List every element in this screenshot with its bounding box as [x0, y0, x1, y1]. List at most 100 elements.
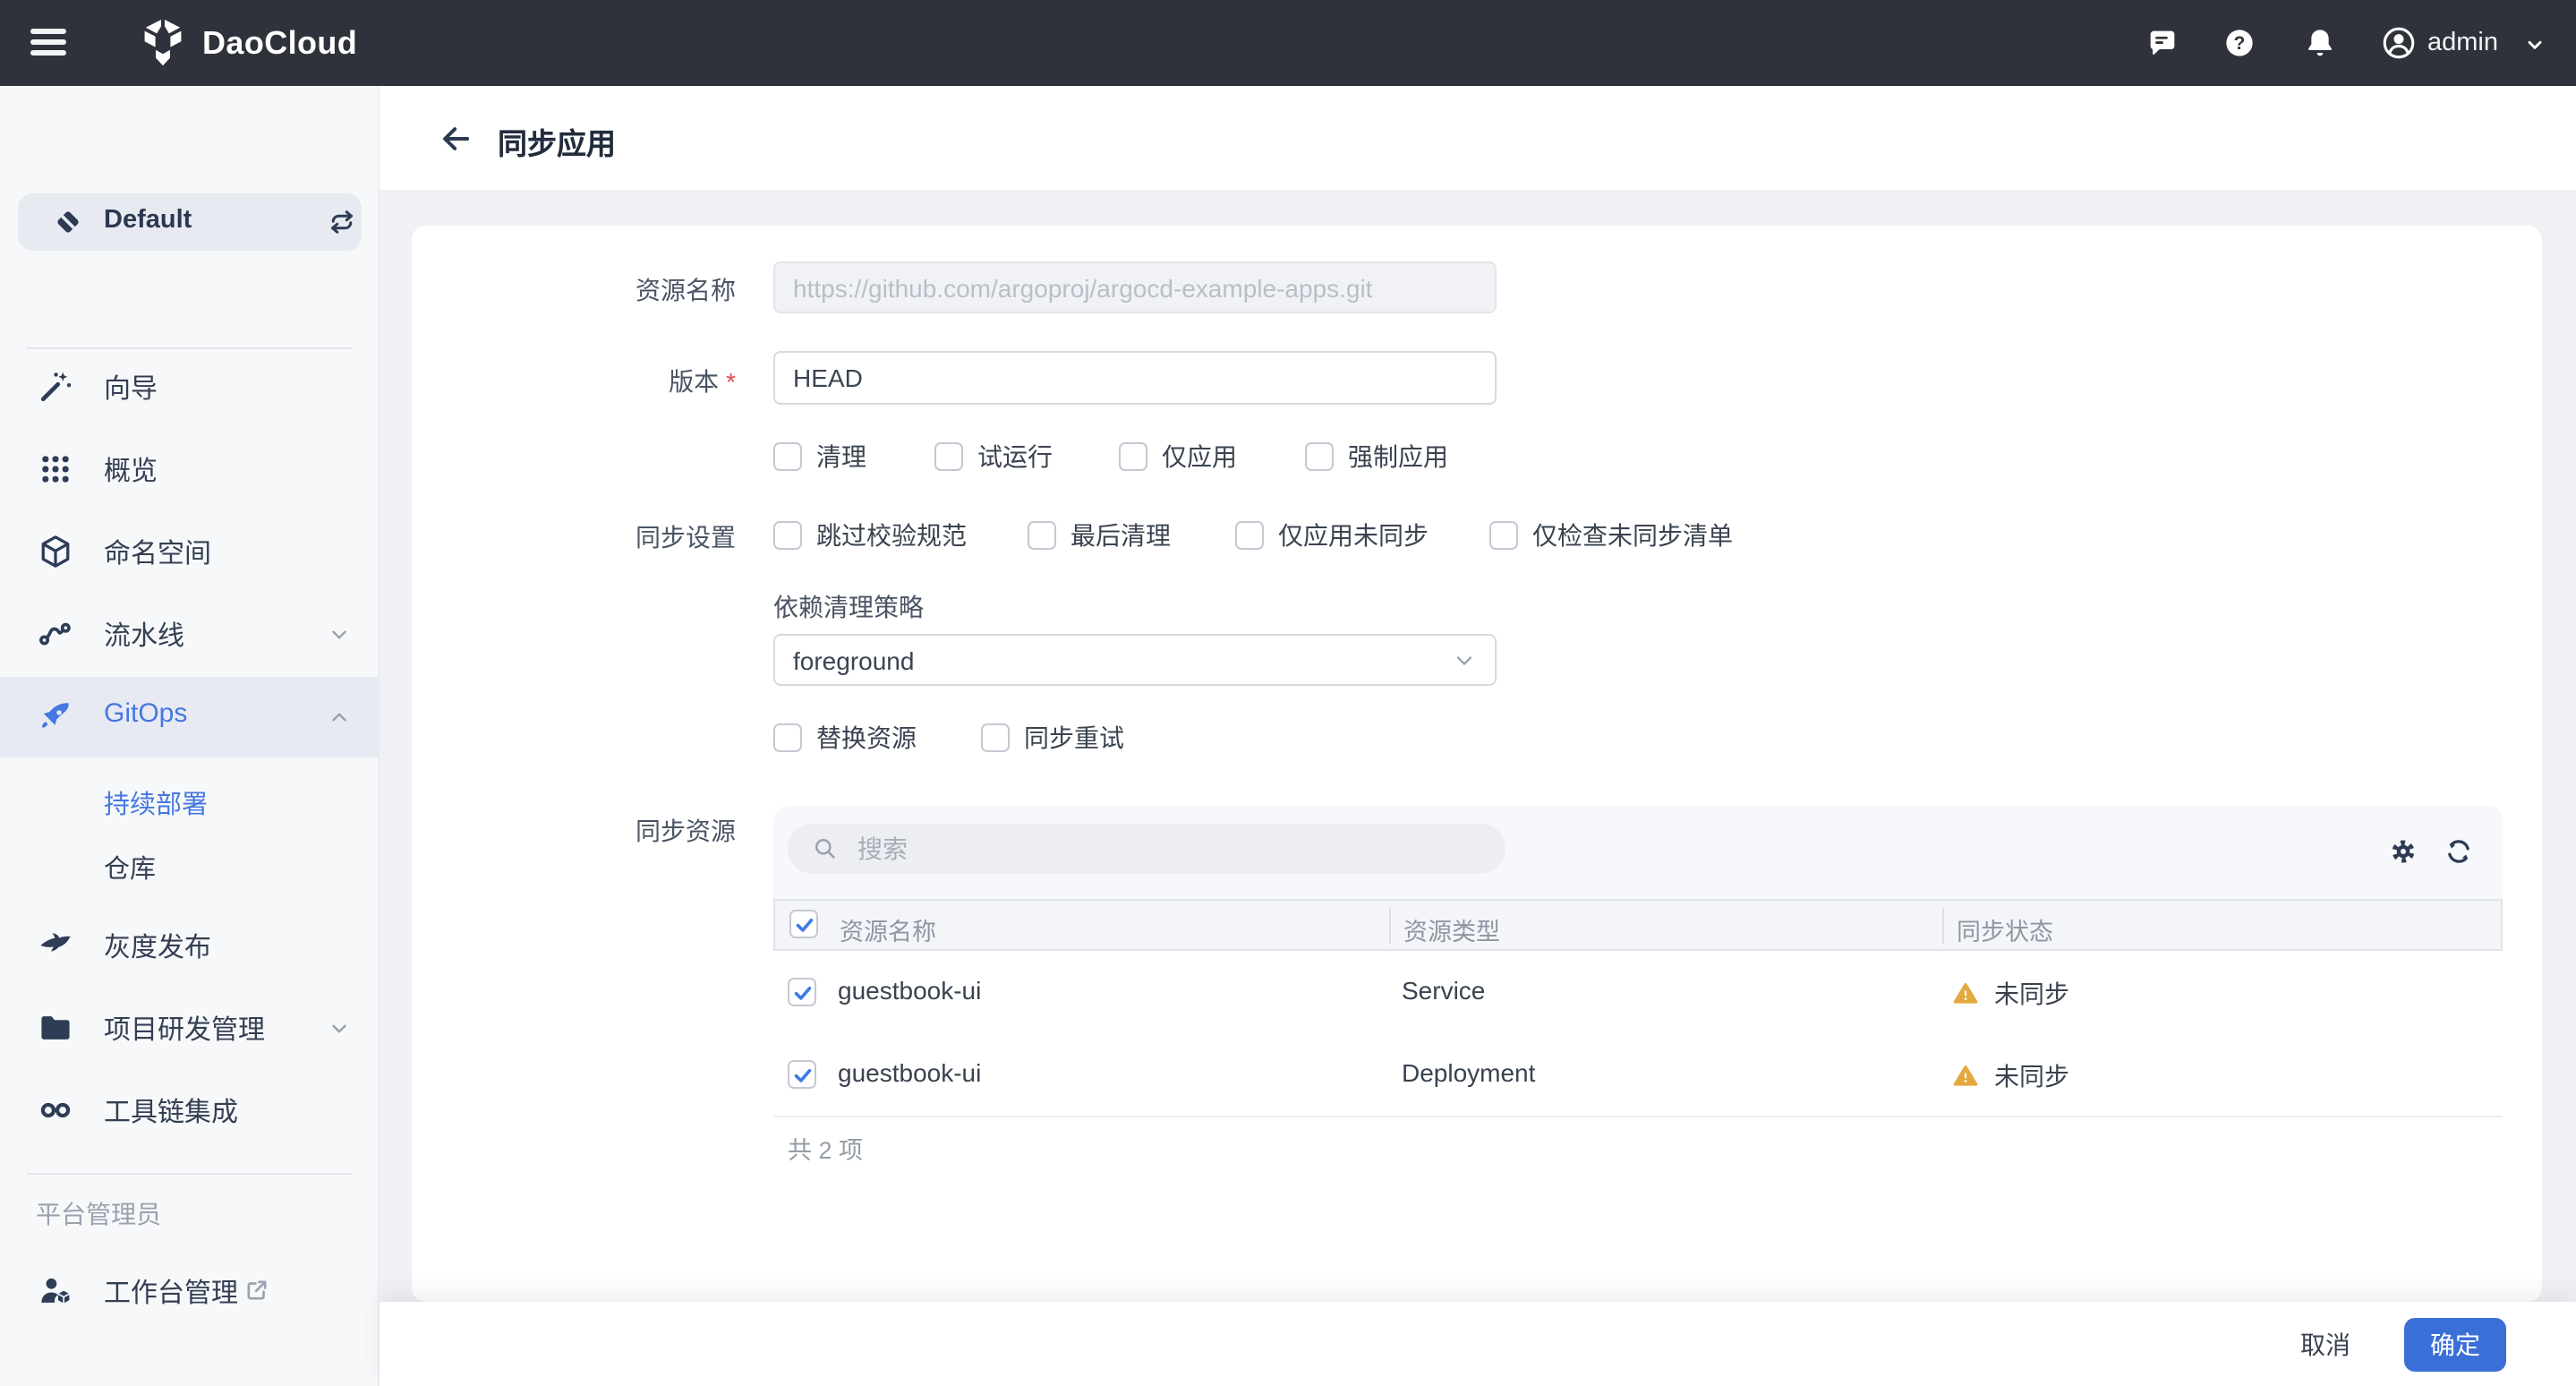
- sidebar-subitem-continuous-deploy[interactable]: 持续部署: [104, 784, 208, 822]
- cell-sync-status: 未同步: [1951, 1058, 2069, 1094]
- checkbox-box[interactable]: [1489, 521, 1518, 550]
- checkbox-force-apply[interactable]: 强制应用: [1305, 439, 1448, 475]
- brand[interactable]: DaoCloud: [140, 18, 357, 68]
- rocket-icon: [36, 697, 75, 736]
- external-link-icon: [243, 1277, 270, 1304]
- row-checkbox[interactable]: [788, 978, 816, 1006]
- table-row[interactable]: guestbook-ui Service 未同步: [773, 951, 2503, 1035]
- chevron-down-icon: [328, 1017, 351, 1040]
- workspace-diamond-icon: [50, 204, 86, 240]
- notifications-icon[interactable]: [2302, 25, 2338, 61]
- cube-icon: [36, 532, 75, 571]
- cell-resource-type: Service: [1402, 976, 1485, 1005]
- select-all-checkbox[interactable]: [789, 910, 818, 938]
- checkbox-box[interactable]: [773, 442, 802, 471]
- search-input[interactable]: [854, 833, 1452, 865]
- sidebar-item-label: 工具链集成: [104, 1092, 238, 1130]
- sidebar-item-label: 项目研发管理: [104, 1010, 265, 1048]
- grid-icon: [36, 449, 75, 489]
- sidebar-item-label: 命名空间: [104, 534, 211, 571]
- sidebar-item-pipeline[interactable]: 流水线: [0, 595, 380, 673]
- page-title: 同步应用: [498, 120, 616, 163]
- menu-toggle-icon[interactable]: [30, 23, 73, 63]
- content-background: 资源名称 版本* 清理 试运行 仅应用 强制应用 同: [380, 190, 2576, 1386]
- version-label: 版本*: [412, 364, 736, 399]
- required-asterisk: *: [726, 367, 736, 396]
- checkbox-label: 同步重试: [1024, 720, 1124, 756]
- avatar[interactable]: [2379, 23, 2418, 63]
- search-icon: [811, 834, 840, 863]
- checkbox-label: 仅应用: [1162, 439, 1237, 475]
- checkbox-box[interactable]: [1119, 442, 1147, 471]
- status-text: 未同步: [1994, 1058, 2069, 1094]
- app-root: DaoCloud ?: [0, 0, 2576, 1386]
- switch-workspace-icon[interactable]: [326, 206, 358, 238]
- checkbox-box[interactable]: [981, 723, 1010, 752]
- checkbox-label: 强制应用: [1348, 439, 1448, 475]
- checkbox-prune[interactable]: 清理: [773, 439, 866, 475]
- sidebar-item-gitops[interactable]: GitOps: [0, 677, 380, 756]
- sidebar-item-wizard[interactable]: 向导: [0, 347, 380, 426]
- cell-sync-status: 未同步: [1951, 976, 2069, 1012]
- checkbox-replace[interactable]: 替换资源: [773, 720, 917, 756]
- checkbox-label: 清理: [816, 439, 866, 475]
- row-checkbox[interactable]: [788, 1060, 816, 1089]
- table-row[interactable]: guestbook-ui Deployment 未同步: [773, 1033, 2503, 1117]
- confirm-button[interactable]: 确定: [2404, 1317, 2506, 1371]
- checkbox-label: 跳过校验规范: [816, 518, 967, 553]
- help-icon[interactable]: ?: [2222, 25, 2257, 61]
- resource-name-label: 资源名称: [412, 272, 736, 308]
- sync-resources-panel: [773, 806, 2503, 899]
- version-input[interactable]: [773, 351, 1497, 405]
- sidebar-item-project-management[interactable]: 项目研发管理: [0, 988, 380, 1067]
- sidebar-item-label: GitOps: [104, 698, 187, 729]
- checkbox-box[interactable]: [1028, 521, 1056, 550]
- sidebar-item-gray-release[interactable]: 灰度发布: [0, 906, 380, 985]
- checkbox-dry-run[interactable]: 试运行: [934, 439, 1053, 475]
- checkbox-box[interactable]: [1305, 442, 1334, 471]
- checkbox-label: 试运行: [977, 439, 1053, 475]
- checkbox-respect-ignore-differences[interactable]: 仅检查未同步清单: [1489, 518, 1733, 553]
- sidebar-subitem-repository[interactable]: 仓库: [104, 849, 156, 886]
- workspace-selector-value: Default: [104, 206, 192, 235]
- column-separator: [1942, 908, 1944, 944]
- sidebar-item-toolchain[interactable]: 工具链集成: [0, 1071, 380, 1150]
- prune-policy-select[interactable]: foreground: [773, 634, 1497, 686]
- sidebar-section-label: 平台管理员: [36, 1196, 161, 1232]
- checkbox-box[interactable]: [773, 723, 802, 752]
- checkbox-skip-schema-validation[interactable]: 跳过校验规范: [773, 518, 967, 553]
- checkbox-retry[interactable]: 同步重试: [981, 720, 1124, 756]
- checkbox-box[interactable]: [934, 442, 963, 471]
- refresh-icon[interactable]: [2442, 834, 2476, 868]
- chevron-down-icon[interactable]: [2521, 30, 2549, 59]
- messages-icon[interactable]: [2145, 25, 2180, 61]
- checkbox-box[interactable]: [773, 521, 802, 550]
- username[interactable]: admin: [2427, 29, 2498, 57]
- page-header: 同步应用: [380, 86, 2576, 190]
- checkbox-apply-out-of-sync-only[interactable]: 仅应用未同步: [1235, 518, 1429, 553]
- checkbox-prune-last[interactable]: 最后清理: [1028, 518, 1171, 553]
- cell-resource-type: Deployment: [1402, 1058, 1535, 1087]
- infinity-icon: [36, 1091, 75, 1130]
- chevron-down-icon: [1452, 647, 1477, 672]
- sidebar-item-label: 概览: [104, 451, 158, 489]
- sidebar-item-workbench-management[interactable]: 工作台管理: [0, 1252, 380, 1330]
- daocloud-logo-icon: [140, 18, 186, 68]
- column-header-name: 资源名称: [840, 911, 936, 947]
- column-separator: [1389, 908, 1391, 944]
- sidebar-item-namespace[interactable]: 命名空间: [0, 512, 380, 591]
- column-header-type: 资源类型: [1403, 911, 1500, 947]
- cancel-button[interactable]: 取消: [2300, 1326, 2350, 1362]
- sidebar-item-overview[interactable]: 概览: [0, 430, 380, 509]
- sync-form-card: 资源名称 版本* 清理 试运行 仅应用 强制应用 同: [412, 226, 2542, 1302]
- workspace-selector[interactable]: Default: [18, 193, 362, 251]
- chevron-down-icon: [328, 623, 351, 646]
- cell-resource-name: guestbook-ui: [838, 976, 981, 1005]
- back-arrow-icon[interactable]: [437, 120, 474, 158]
- column-header-status: 同步状态: [1957, 911, 2053, 947]
- checkbox-apply-only[interactable]: 仅应用: [1119, 439, 1237, 475]
- resource-name-input[interactable]: [773, 261, 1497, 313]
- checkbox-box[interactable]: [1235, 521, 1264, 550]
- gear-icon[interactable]: [2386, 834, 2420, 868]
- search-box[interactable]: [788, 824, 1506, 874]
